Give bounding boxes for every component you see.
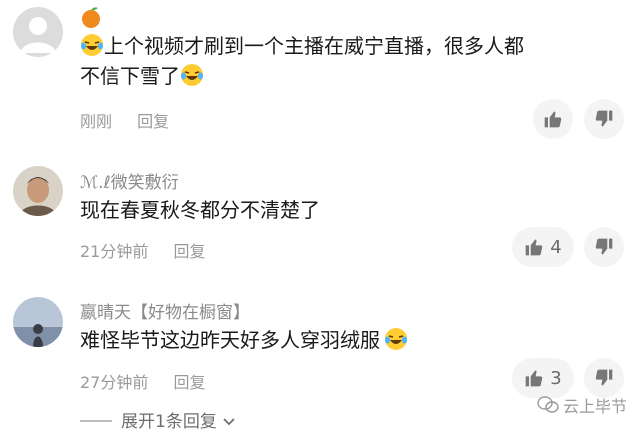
reply-button[interactable]: 回复 xyxy=(173,242,205,261)
like-button[interactable] xyxy=(533,99,573,139)
orange-emoji-icon xyxy=(82,7,100,28)
laughing-tears-emoji-icon xyxy=(385,328,407,350)
avatar[interactable] xyxy=(13,297,63,347)
comment-meta: 27分钟前 回复 xyxy=(80,369,205,393)
reply-button[interactable]: 回复 xyxy=(173,373,205,392)
like-count: 3 xyxy=(550,367,562,389)
expand-replies-button[interactable]: 展开1条回复 xyxy=(121,407,236,432)
comment-meta: 21分钟前 回复 xyxy=(80,238,205,262)
comment-time: 21分钟前 xyxy=(80,242,149,261)
thumbs-up-icon xyxy=(525,239,543,256)
watermark: 云上毕节 xyxy=(537,393,627,417)
username[interactable]: 嬴晴天【好物在橱窗】 xyxy=(80,298,250,323)
thumbs-up-icon xyxy=(525,370,543,387)
thumbs-up-icon xyxy=(544,111,562,128)
user-photo-icon xyxy=(13,166,63,216)
thumbs-down-icon xyxy=(595,238,613,255)
like-button[interactable]: 4 xyxy=(512,227,574,267)
thumbs-down-icon xyxy=(595,110,613,127)
expand-replies-label: 展开1条回复 xyxy=(121,412,217,432)
dislike-button[interactable] xyxy=(584,358,624,398)
comment-text-line: 上个视频才刷到一个主播在威宁直播，很多人都 xyxy=(104,34,524,58)
laughing-tears-emoji-icon xyxy=(181,64,203,86)
watermark-text: 云上毕节 xyxy=(563,397,628,416)
comment-text: 难怪毕节这边昨天好多人穿羽绒服 xyxy=(80,325,408,355)
like-count: 4 xyxy=(550,236,562,258)
username[interactable]: ℳ.ℓ微笑敷衍 xyxy=(80,168,179,193)
comment-meta: 刚刚 回复 xyxy=(80,108,169,132)
laughing-tears-emoji-icon xyxy=(81,34,103,56)
chevron-down-icon xyxy=(223,418,235,426)
avatar[interactable] xyxy=(13,166,63,216)
comment-text: 上个视频才刷到一个主播在威宁直播，很多人都 不信下雪了 xyxy=(80,31,620,91)
comment-text: 现在春夏秋冬都分不清楚了 xyxy=(80,198,320,222)
replies-divider xyxy=(80,420,112,422)
wechat-icon xyxy=(537,396,559,413)
default-avatar-icon xyxy=(20,17,56,53)
avatar[interactable] xyxy=(13,7,63,57)
comment-time: 27分钟前 xyxy=(80,373,149,392)
dislike-button[interactable] xyxy=(584,227,624,267)
comment-text-line: 难怪毕节这边昨天好多人穿羽绒服 xyxy=(80,328,380,352)
thumbs-down-icon xyxy=(595,369,613,386)
dislike-button[interactable] xyxy=(584,99,624,139)
comment-time: 刚刚 xyxy=(80,112,113,131)
user-photo-icon xyxy=(13,297,63,347)
reply-button[interactable]: 回复 xyxy=(137,112,169,131)
comment-text-line: 不信下雪了 xyxy=(80,64,180,88)
like-button[interactable]: 3 xyxy=(512,358,574,398)
